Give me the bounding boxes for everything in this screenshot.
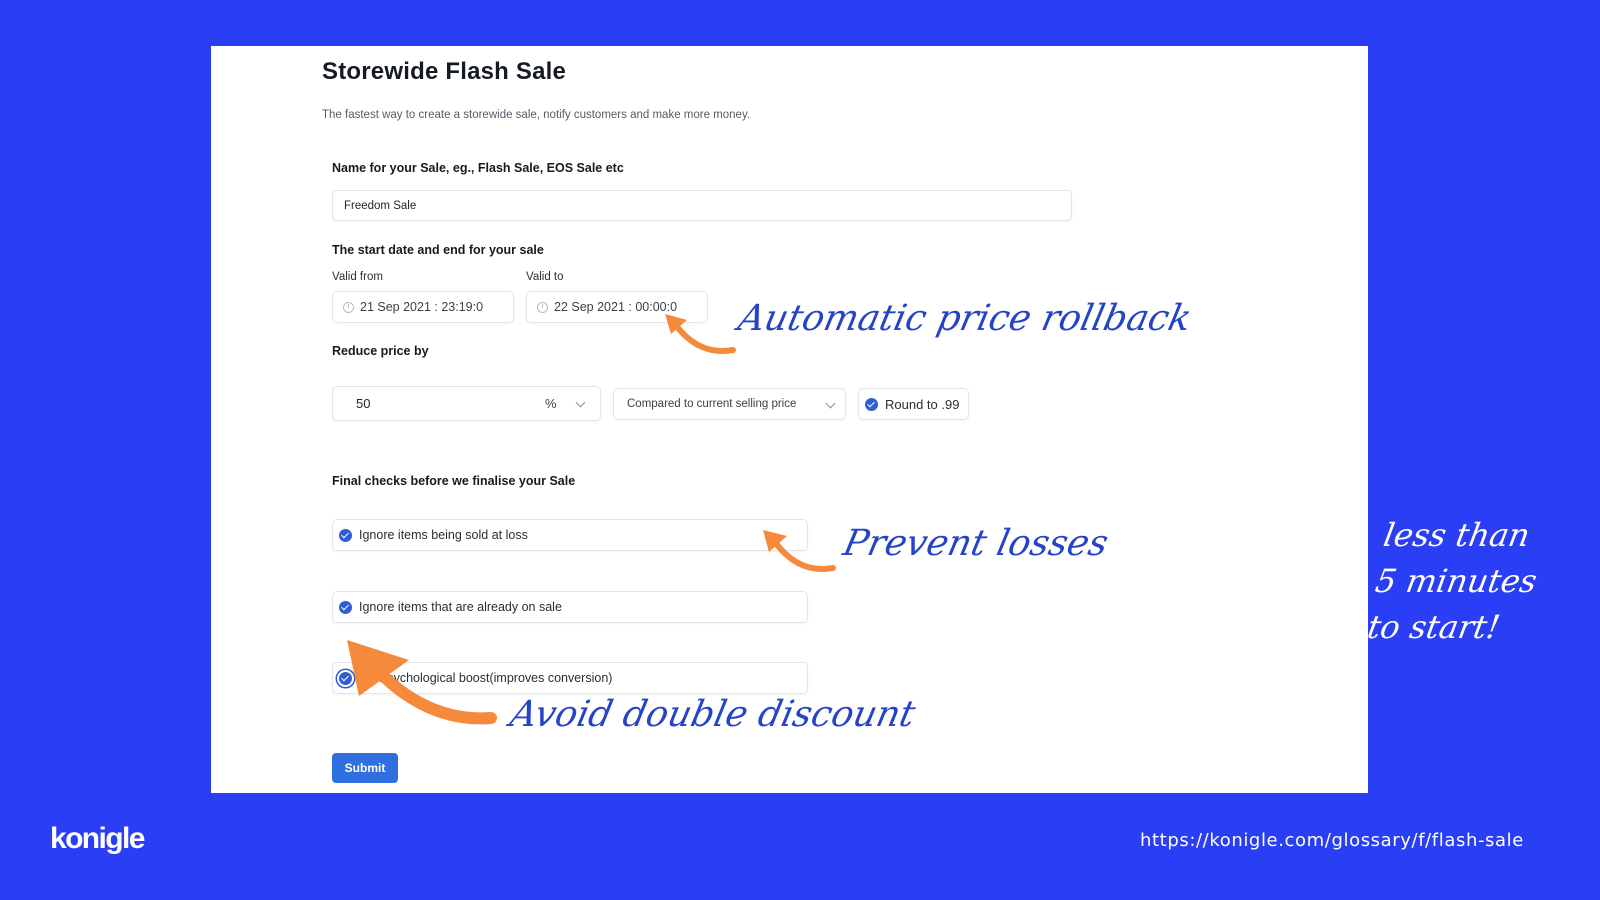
round-to-99-label: Round to .99 [885, 396, 960, 412]
ignore-loss-checkbox[interactable]: Ignore items being sold at loss [332, 519, 808, 551]
sale-name-value: Freedom Sale [344, 199, 417, 212]
compare-basis-select[interactable]: Compared to current selling price [613, 388, 846, 420]
source-url: https://konigle.com/glossary/f/flash-sal… [1140, 830, 1524, 851]
konigle-logo: konigle [50, 822, 145, 855]
side-note-line: less than [1380, 516, 1533, 554]
annotation-rollback: Automatic price rollback [734, 298, 1195, 339]
reduce-price-label: Reduce price by [332, 344, 429, 358]
side-note-line: 5 minutes [1372, 562, 1540, 600]
round-to-99-checkbox[interactable]: Round to .99 [858, 388, 969, 420]
checkbox-checked-icon[interactable] [865, 397, 878, 411]
valid-from-value: 21 Sep 2021 : 23:19:0 [360, 300, 484, 314]
sale-dates-label: The start date and end for your sale [332, 243, 544, 257]
valid-from-input[interactable]: 21 Sep 2021 : 23:19:0 [332, 291, 514, 323]
chevron-down-icon [825, 398, 836, 409]
reduce-amount-input[interactable]: 50 % [332, 386, 601, 421]
arrow-icon [347, 640, 497, 725]
flash-sale-form-card: Storewide Flash Sale The fastest way to … [211, 46, 1368, 793]
side-note-line: to start! [1364, 608, 1503, 646]
arrow-icon [763, 530, 836, 572]
submit-button[interactable]: Submit [332, 753, 398, 783]
page-subtitle: The fastest way to create a storewide sa… [322, 109, 751, 121]
side-note: less than 5 minutes to start! [1364, 512, 1558, 650]
page-title: Storewide Flash Sale [322, 58, 567, 85]
compare-basis-value: Compared to current selling price [627, 398, 797, 410]
reduce-amount-value: 50 [356, 396, 371, 411]
final-checks-label: Final checks before we finalise your Sal… [332, 474, 576, 488]
valid-from-label: Valid from [332, 271, 383, 283]
sale-name-input[interactable]: Freedom Sale [332, 190, 1072, 221]
valid-to-value: 22 Sep 2021 : 00:00:0 [554, 300, 678, 314]
ignore-on-sale-label: Ignore items that are already on sale [359, 600, 562, 614]
chevron-down-icon[interactable] [575, 397, 586, 408]
ignore-loss-label: Ignore items being sold at loss [359, 528, 528, 542]
valid-to-label: Valid to [526, 271, 564, 283]
arrow-icon [665, 314, 736, 354]
ignore-on-sale-checkbox[interactable]: Ignore items that are already on sale [332, 591, 808, 623]
unit-select-value[interactable]: % [545, 396, 557, 411]
clock-icon [537, 301, 548, 313]
annotation-double-discount: Avoid double discount [506, 694, 919, 735]
annotation-losses: Prevent losses [839, 523, 1112, 564]
sale-name-label: Name for your Sale, eg., Flash Sale, EOS… [332, 161, 624, 175]
checkbox-checked-icon[interactable] [339, 528, 352, 542]
checkbox-checked-icon[interactable] [339, 600, 352, 614]
clock-icon [343, 301, 354, 313]
